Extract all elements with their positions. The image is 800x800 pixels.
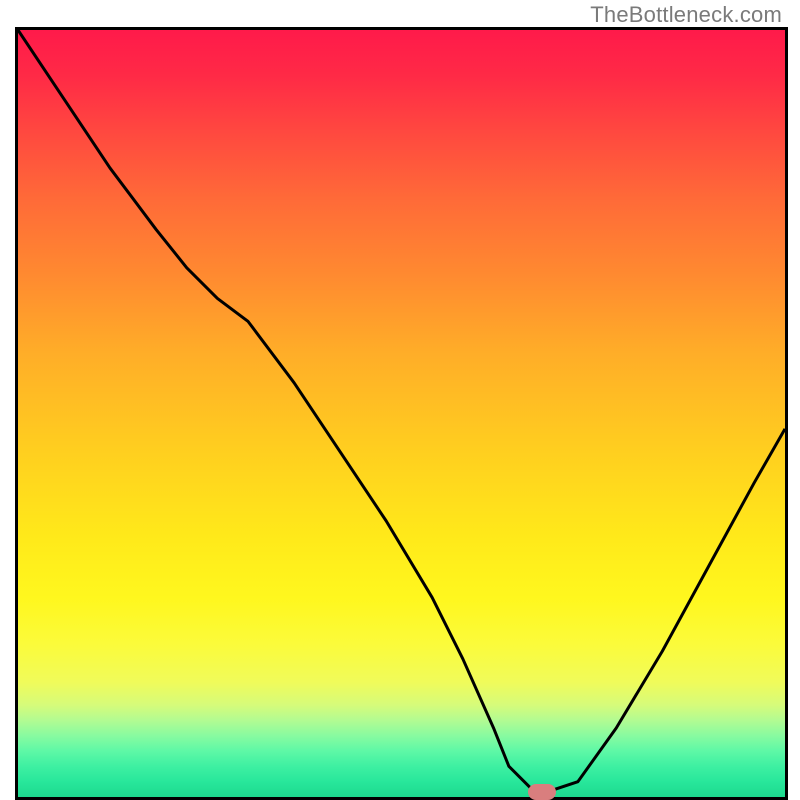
chart-background-gradient [18,30,785,797]
attribution-text: TheBottleneck.com [590,2,782,28]
optimal-marker [528,784,556,800]
chart-area [15,30,785,800]
